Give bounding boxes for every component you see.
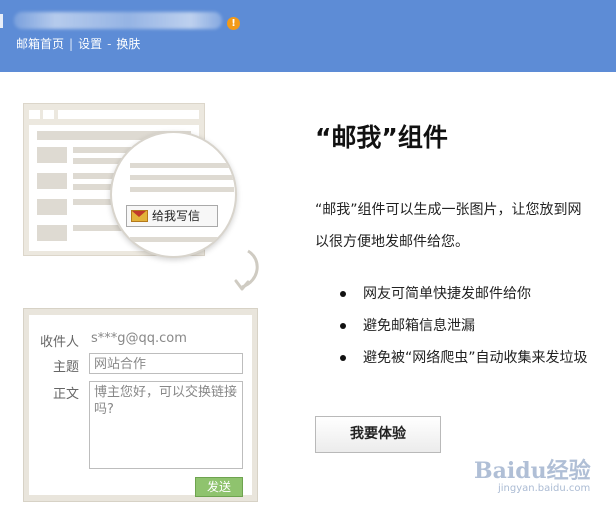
to-label: 收件人 — [39, 335, 79, 350]
description-line-1: “邮我”组件可以生成一张图片，让您放到网 — [315, 202, 582, 218]
bullet-icon — [340, 291, 346, 297]
subject-label: 主题 — [52, 360, 79, 375]
envelope-icon — [131, 210, 148, 222]
send-button: 发送 — [195, 477, 243, 497]
subject-field: 网站合作 — [89, 353, 243, 374]
curved-arrow-icon — [234, 249, 259, 291]
magnifier-circle: 给我写信 — [110, 131, 237, 258]
body-field: 博主您好，可以交换链接吗? — [89, 381, 243, 469]
mail-me-button-label: 给我写信 — [152, 209, 201, 223]
feature-item: 避免邮箱信息泄漏 — [340, 315, 588, 347]
bullet-icon — [340, 323, 346, 329]
description-line-2: 以很方便地发邮件给您。 — [315, 234, 469, 250]
header-nav: 邮箱首页 | 设置 - 换肤 — [16, 35, 140, 52]
watermark-url: jingyan.baidu.com — [498, 483, 591, 494]
feature-text: 避免被“网络爬虫”自动收集来发垃圾 — [363, 350, 588, 366]
top-header-bar: ! 邮箱首页 | 设置 - 换肤 — [0, 0, 616, 72]
to-value: s***g@qq.com — [91, 331, 187, 346]
nav-separator: | — [69, 37, 74, 51]
feature-item: 网友可简单快捷发邮件给你 — [340, 283, 588, 315]
window-edge — [0, 14, 3, 28]
mail-form: 收件人 s***g@qq.com 主题 网站合作 正文 博主您好，可以交换链接吗… — [29, 315, 252, 497]
watermark-logo: Baidu经验 — [474, 458, 591, 484]
alert-icon[interactable]: ! — [227, 17, 240, 30]
body-label: 正文 — [52, 387, 79, 402]
feature-list: 网友可简单快捷发邮件给你 避免邮箱信息泄漏 避免被“网络爬虫”自动收集来发垃圾 — [340, 283, 588, 379]
feature-text: 避免邮箱信息泄漏 — [363, 318, 475, 334]
blurred-account-name — [14, 12, 222, 29]
bullet-icon — [340, 355, 346, 361]
feature-item: 避免被“网络爬虫”自动收集来发垃圾 — [340, 347, 588, 379]
nav-link-mailbox-home[interactable]: 邮箱首页 — [16, 35, 64, 52]
try-it-button[interactable]: 我要体验 — [315, 416, 441, 453]
feature-text: 网友可简单快捷发邮件给你 — [363, 286, 531, 302]
webpage-top-bar — [29, 110, 199, 120]
nav-link-settings[interactable]: 设置 — [78, 35, 102, 52]
mail-me-button: 给我写信 — [126, 205, 218, 227]
nav-separator: - — [107, 37, 112, 51]
page-title: “邮我”组件 — [315, 123, 448, 152]
nav-link-skin[interactable]: 换肤 — [116, 35, 140, 52]
baidu-watermark: Baidu经验 jingyan.baidu.com — [470, 453, 610, 503]
mail-form-illustration: 收件人 s***g@qq.com 主题 网站合作 正文 博主您好，可以交换链接吗… — [23, 308, 258, 502]
